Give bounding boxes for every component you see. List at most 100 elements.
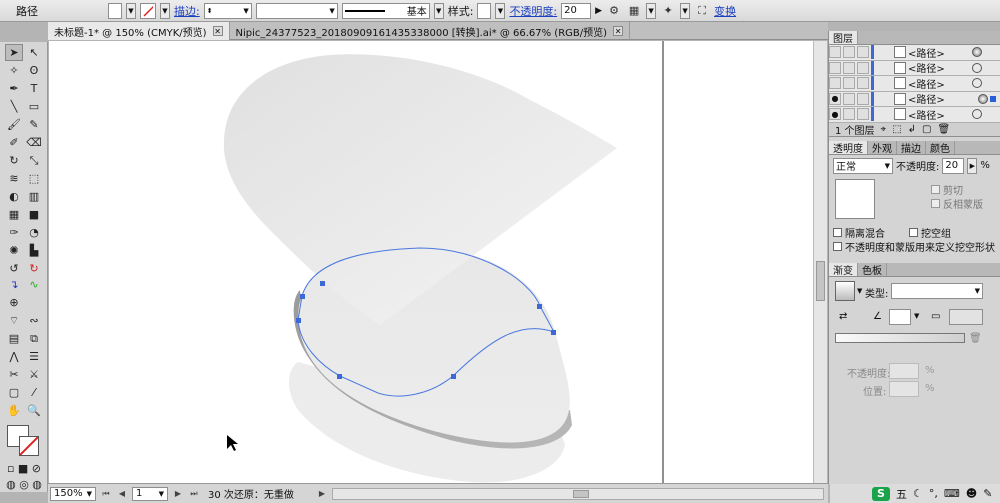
scale-tool-icon[interactable]: ⤡	[25, 152, 43, 169]
chevron-down-icon[interactable]: ▼	[159, 490, 164, 498]
pencil-icon[interactable]: ✎	[25, 116, 43, 133]
chevron-down-icon[interactable]: ▼	[495, 2, 506, 19]
lock-toggle[interactable]	[843, 61, 855, 74]
recolor-icon[interactable]: ⚙	[606, 3, 622, 19]
gradient-location-input[interactable]	[889, 380, 919, 397]
chevron-down-icon[interactable]: ▼	[914, 312, 919, 320]
lock-toggle[interactable]	[857, 61, 869, 74]
opacity-input[interactable]: 20	[561, 2, 592, 19]
chevron-down-icon[interactable]: ▼	[857, 287, 862, 295]
target-icon[interactable]	[972, 47, 982, 58]
tab-swatches[interactable]: 色板	[858, 262, 887, 277]
isolate-blending-checkbox[interactable]	[833, 227, 842, 237]
color-mode-icons[interactable]: ▫ ■ ⊘	[3, 460, 45, 477]
chevron-down-icon[interactable]: ▼	[680, 2, 691, 19]
tab-stroke[interactable]: 描边	[897, 140, 926, 155]
punctuation-icon[interactable]: °,	[929, 487, 938, 500]
gradient-tool-icon[interactable]: ■	[25, 206, 43, 223]
layer-row-selected[interactable]: ● <路径>	[829, 91, 1000, 107]
stepper-icon[interactable]: ⬍	[207, 7, 213, 15]
chevron-down-icon[interactable]: ▼	[433, 2, 444, 19]
moon-icon[interactable]: ☾	[913, 487, 923, 500]
lock-toggle[interactable]	[857, 77, 869, 90]
rectangle-tool-icon[interactable]: ▭	[25, 98, 43, 115]
invert-mask-checkbox[interactable]	[931, 198, 940, 208]
gradient-opacity-input[interactable]	[889, 362, 919, 379]
next-artboard-icon[interactable]: ▶	[172, 487, 184, 501]
chevron-down-icon[interactable]: ▼	[243, 7, 248, 15]
zoom-select[interactable]: 150% ▼	[50, 486, 96, 501]
eyedropper-icon[interactable]: ✑	[5, 224, 23, 241]
clip-checkbox[interactable]	[931, 184, 940, 194]
keyboard-icon[interactable]: ⌨	[944, 487, 960, 500]
mesh-tool-icon[interactable]: ▦	[5, 206, 23, 223]
lasso-icon[interactable]: ʘ	[25, 62, 43, 79]
stroke-weight-input[interactable]: ⬍ ▼	[203, 2, 252, 19]
knockout-group-checkbox[interactable]	[909, 227, 918, 237]
line-tool-icon[interactable]: ╲	[5, 98, 23, 115]
red-tool-a-icon[interactable]: ↺	[5, 260, 23, 277]
chevron-down-icon[interactable]: ▼	[160, 2, 170, 19]
style-swatch[interactable]	[477, 2, 492, 19]
last-artboard-icon[interactable]: ⏭	[188, 487, 200, 501]
green-tool-b-icon[interactable]: ∿	[25, 276, 43, 293]
opacity-mask-checkbox[interactable]	[833, 241, 842, 251]
chevron-down-icon[interactable]: ▼	[126, 2, 136, 19]
wave-tool-icon[interactable]: ∾	[25, 312, 43, 329]
layer-row[interactable]: <路径>	[829, 45, 1000, 61]
lock-toggle[interactable]	[843, 77, 855, 90]
eraser-icon[interactable]: ⌫	[25, 134, 43, 151]
doc-tab-2[interactable]: Nipic_24377523_20180909161435338000 [转换]…	[230, 22, 631, 40]
lock-toggle[interactable]	[843, 108, 855, 121]
magic-wand-icon[interactable]: ✧	[5, 62, 23, 79]
locate-object-icon[interactable]: ⌖	[881, 124, 887, 135]
tab-gradient[interactable]: 渐变	[829, 262, 858, 277]
selection-indicator[interactable]	[990, 95, 996, 102]
new-layer-icon[interactable]: ▢	[922, 124, 931, 135]
prev-artboard-icon[interactable]: ◀	[116, 487, 128, 501]
angle-input[interactable]	[889, 308, 911, 325]
target-icon[interactable]	[978, 93, 988, 104]
close-icon[interactable]: ✕	[613, 26, 624, 36]
screen-mode-icons[interactable]: ◍ ◎ ◍	[3, 476, 45, 493]
lock-toggle[interactable]	[857, 46, 869, 59]
zigzag-tool-icon[interactable]: ⋀	[5, 348, 23, 365]
tab-appearance[interactable]: 外观	[868, 140, 897, 155]
chevron-right-icon[interactable]: ▶	[595, 6, 602, 16]
align-icon[interactable]: ▦	[626, 3, 642, 19]
visibility-toggle[interactable]	[829, 61, 841, 74]
blob-brush-icon[interactable]: ✐	[5, 134, 23, 151]
selection-tool-icon[interactable]: ➤	[5, 44, 23, 61]
stroke-link[interactable]: 描边:	[174, 3, 200, 19]
opacity-link[interactable]: 不透明度:	[509, 3, 557, 19]
stroke-swatch[interactable]	[140, 2, 156, 19]
gradient-type-select[interactable]: ▼	[891, 282, 983, 299]
transform-link[interactable]: 变换	[714, 3, 736, 19]
user-icon[interactable]: ☻	[966, 487, 977, 500]
red-tool-b-icon[interactable]: ↻	[25, 260, 43, 277]
transform-icon[interactable]: ⛶	[694, 3, 710, 19]
delete-icon[interactable]: 🗑	[937, 124, 950, 135]
hand-tool-icon[interactable]: ✋	[5, 402, 23, 419]
horizontal-scrollbar[interactable]	[332, 487, 824, 500]
layer-row[interactable]: <路径>	[829, 76, 1000, 92]
artboard-select[interactable]: 1 ▼	[132, 486, 168, 501]
eye-icon[interactable]: ●	[829, 92, 841, 105]
reverse-gradient-icon[interactable]: ⇄	[839, 311, 847, 322]
variable-width-select[interactable]: ▼	[255, 2, 338, 19]
chevron-right-icon[interactable]: ▶	[967, 157, 978, 174]
layer-row[interactable]: <路径>	[829, 60, 1000, 76]
clipping-mask-icon[interactable]: ⬚	[892, 124, 901, 135]
chevron-down-icon[interactable]: ▼	[975, 287, 980, 295]
artboard-canvas[interactable]	[49, 41, 813, 483]
ime-mode[interactable]: 五	[896, 486, 907, 502]
chevron-down-icon[interactable]: ▼	[87, 490, 92, 498]
visibility-toggle[interactable]	[829, 77, 841, 90]
tab-color[interactable]: 颜色	[926, 140, 955, 155]
blend-tool-icon[interactable]: ◔	[25, 224, 43, 241]
chart-tool-b-icon[interactable]: ⧉	[25, 330, 43, 347]
new-sublayer-icon[interactable]: ↲	[908, 124, 916, 135]
vertical-scrollbar[interactable]	[813, 41, 827, 483]
slice-tool-icon[interactable]: ⚔	[25, 366, 43, 383]
delete-stop-icon[interactable]: 🗑	[969, 333, 982, 344]
